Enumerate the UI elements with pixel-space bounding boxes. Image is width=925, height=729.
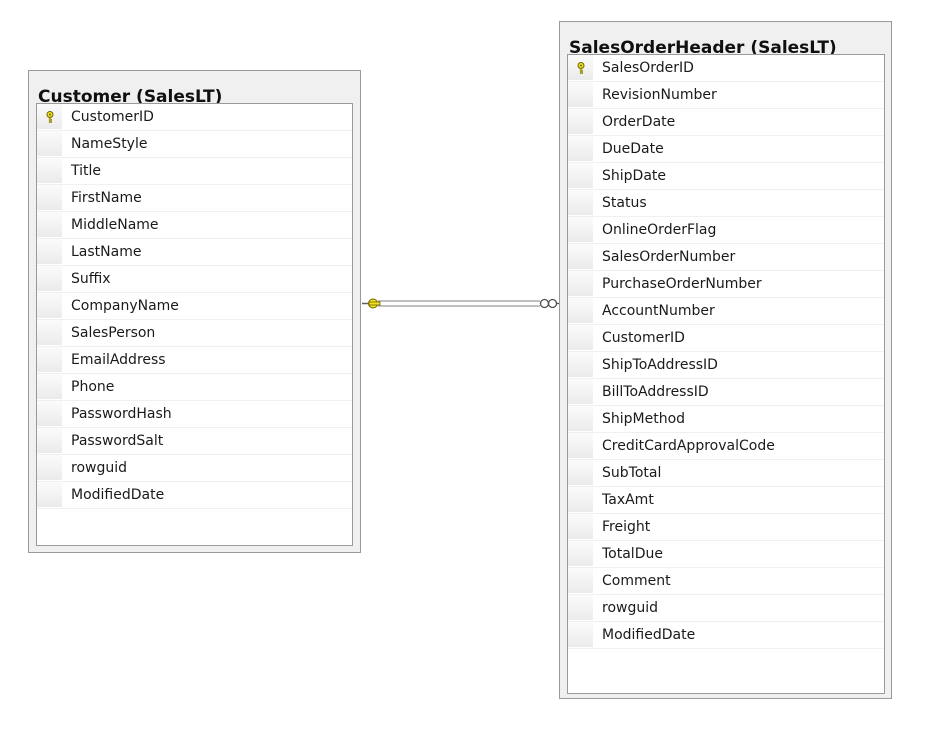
relationship-connector[interactable]: [0, 0, 925, 729]
one-end-key-icon: [362, 298, 381, 309]
many-end-infinity-icon: [539, 298, 559, 309]
